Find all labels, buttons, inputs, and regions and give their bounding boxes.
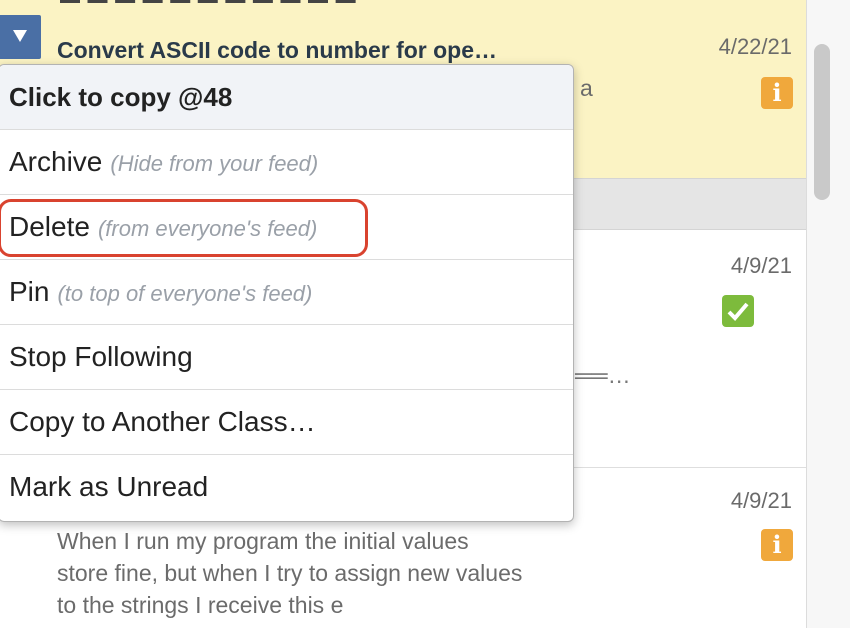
menu-item-archive[interactable]: Archive (Hide from your feed): [0, 130, 573, 195]
triangle-down-icon: [13, 30, 27, 42]
check-icon: [722, 295, 754, 327]
feed-item-date: 4/9/21: [730, 488, 792, 513]
snippet-line: store fine, but when I try to assign new…: [57, 560, 523, 586]
scrollbar[interactable]: [806, 0, 850, 628]
menu-item-stop-following[interactable]: Stop Following: [0, 325, 573, 390]
menu-item-label: Delete (from everyone's feed): [9, 211, 317, 243]
menu-item-label: Stop Following: [9, 341, 193, 372]
context-menu: Click to copy @48 Archive (Hide from your…: [0, 64, 574, 522]
menu-item-hint: (Hide from your feed): [110, 151, 319, 176]
snippet-line: When I run my program the initial values: [57, 528, 469, 554]
menu-item-text: Pin: [9, 276, 50, 307]
menu-item-label: Archive (Hide from your feed): [9, 146, 318, 178]
feed-item-date: 4/22/21: [718, 34, 792, 59]
menu-header-label: Click to copy @48: [9, 82, 233, 112]
menu-item-label: Pin (to top of everyone's feed): [9, 276, 312, 308]
menu-item-label: Copy to Another Class…: [9, 406, 316, 437]
menu-item-text: Delete: [9, 211, 90, 242]
menu-item-mark-unread[interactable]: Mark as Unread: [0, 455, 573, 519]
feed-item-snippet: ══…: [575, 362, 631, 388]
dropdown-toggle-button[interactable]: [0, 15, 41, 59]
feed-item-title: Convert ASCII code to number for ope…: [57, 37, 498, 63]
menu-item-hint: (to top of everyone's feed): [57, 281, 313, 306]
menu-item-text: Archive: [9, 146, 103, 177]
menu-item-delete[interactable]: Delete (from everyone's feed): [0, 195, 573, 260]
menu-item-hint: (from everyone's feed): [97, 216, 318, 241]
info-icon: i: [761, 77, 793, 109]
menu-item-pin[interactable]: Pin (to top of everyone's feed): [0, 260, 573, 325]
info-icon: i: [761, 529, 793, 561]
feed-item-date: 4/9/21: [730, 253, 792, 278]
menu-item-label: Mark as Unread: [9, 471, 209, 502]
feed-item-snippet: When I run my program the initial values…: [57, 525, 677, 621]
scrollbar-thumb[interactable]: [814, 44, 830, 200]
snippet-line: to the strings I receive this e: [57, 592, 344, 618]
menu-header-copy-link[interactable]: Click to copy @48: [0, 65, 573, 130]
menu-item-copy-to-class[interactable]: Copy to Another Class…: [0, 390, 573, 455]
previous-item-cutoff: ▬ ▬ ▬ ▬ ▬ ▬ ▬ ▬ ▬ ▬ ▬: [60, 0, 357, 9]
